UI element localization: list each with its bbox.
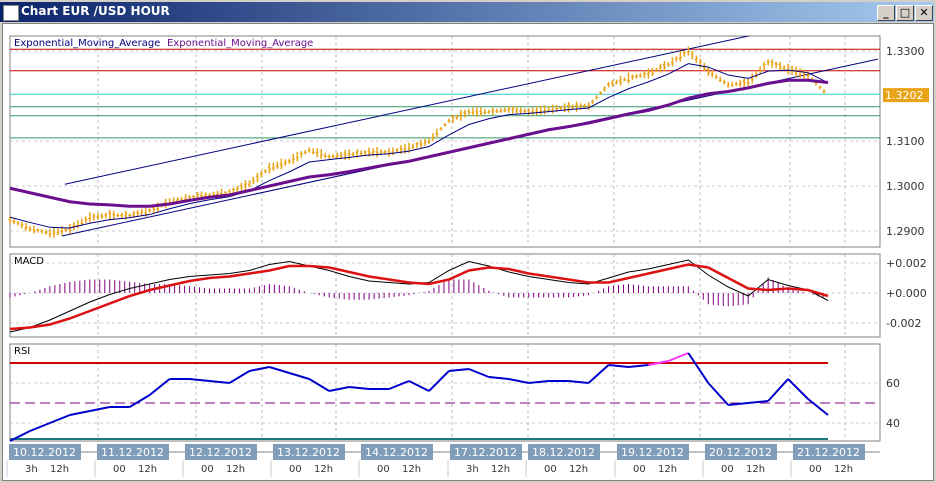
hour-label: 3h [466,464,479,475]
chart-icon [3,5,19,21]
macd-tick-label: -0.002 [886,317,921,330]
price-candle-body [483,111,487,114]
price-candle-body [219,193,224,195]
minimize-button[interactable]: _ [877,5,895,21]
price-candle-body [598,91,603,94]
rsi-title: RSI [14,346,30,357]
hour-label: 3h [25,464,38,475]
hour-label: 00 [201,464,214,475]
hour-label: 00 [633,464,646,475]
price-tick-label: 1.3000 [886,180,925,193]
hour-label: 00 [809,464,822,475]
legend-ema-slow: Exponential_Moving_Average [167,38,313,49]
title-bar[interactable]: Chart EUR /USD HOUR _ □ ✕ [0,2,934,22]
hour-label: 00 [113,464,126,475]
price-candle-body [734,83,738,85]
maximize-button[interactable]: □ [896,5,914,21]
price-candle-body [686,51,690,53]
price-candle-body [156,208,160,210]
hour-label: 12h [50,464,69,475]
date-label: 11.12.2012 [101,446,164,459]
price-candle-body [88,217,92,219]
price-candle-body [235,187,240,190]
price-candle-body [583,104,587,107]
hour-label: 12h [746,464,765,475]
hour-label: 00 [377,464,390,475]
hour-label: 12h [569,464,588,475]
hour-label: 12h [138,464,157,475]
price-candle-body [16,222,20,224]
price-tick-label: 1.2900 [886,225,925,238]
price-candle-body [56,231,60,234]
price-candle-body [594,96,599,99]
close-button[interactable]: ✕ [915,5,933,21]
price-candle-body [567,104,571,107]
macd-tick-label: +0.000 [886,287,927,300]
price-candle-body [459,112,463,115]
hour-label: 12h [491,464,510,475]
price-candle-body [191,195,196,198]
date-label: 20.12.2012 [709,446,772,459]
price-candle-body [96,216,100,218]
rsi-tick-label: 40 [886,417,900,430]
date-label: 21.12.2012 [797,446,860,459]
date-label: 18.12.2012 [532,446,595,459]
price-candle-body [303,151,307,154]
price-candle-body [259,172,263,175]
hour-label: 00 [289,464,302,475]
price-tick-label: 1.3300 [886,45,925,58]
chart-area[interactable]: 1.3300 1.3100 1.3000 1.2900 +0.002 +0.000 -0.0… [2,23,934,481]
date-label: 10.12.2012 [13,446,76,459]
price-candle-body [559,107,563,109]
hour-label: 12h [834,464,853,475]
chart-window: Chart EUR /USD HOUR _ □ ✕ 1.3300 1.3100 1.… [0,0,936,483]
price-candle-body [531,111,535,113]
pane-frame [9,343,881,442]
price-candle-body [363,151,367,153]
price-candle-body [495,110,499,113]
date-label: 13.12.2012 [277,446,340,459]
window-title: Chart EUR /USD HOUR [21,4,170,18]
price-tick-label: 1.3100 [886,135,925,148]
date-label: 19.12.2012 [621,446,684,459]
macd-title: MACD [14,256,44,267]
price-candle-body [722,81,726,84]
hour-label: 12h [658,464,677,475]
price-candle-body [223,191,228,194]
hour-label: 00 [544,464,557,475]
price-candle-body [215,193,220,196]
hour-label: 12h [314,464,333,475]
date-label: 14.12.2012 [365,446,428,459]
rsi-tick-label: 60 [886,377,900,390]
hour-label: 12h [402,464,421,475]
current-price-label: 1.3202 [885,89,924,102]
macd-tick-label: +0.002 [886,257,927,270]
chart-canvas[interactable]: 1.3300 1.3100 1.3000 1.2900 +0.002 +0.000 -0.0… [3,24,933,480]
price-candle-body [782,66,786,68]
hour-label: 00 [721,464,734,475]
hour-label: 12h [226,464,245,475]
date-label: 17.12.2012 [454,446,517,459]
price-candle-body [794,72,798,75]
date-label: 12.12.2012 [189,446,252,459]
legend-ema-fast: Exponential_Moving_Average [14,38,160,49]
